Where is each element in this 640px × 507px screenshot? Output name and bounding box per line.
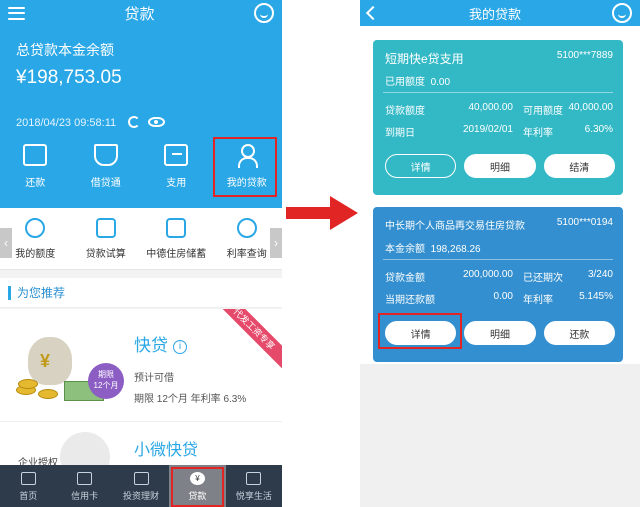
- calculator-icon: [95, 218, 116, 238]
- repay-button[interactable]: 还款: [0, 140, 71, 200]
- quick-label: 我的额度: [15, 249, 56, 260]
- screenshot: 贷款 总贷款本金余额 ¥198,753.05 2018/04/23 09:58:…: [0, 0, 640, 507]
- scroll-right-icon[interactable]: ›: [270, 228, 282, 258]
- money-bag-icon: ¥ 期限 12个月: [16, 329, 124, 409]
- quick-housing-savings[interactable]: 中德住房储蓄: [141, 208, 212, 269]
- page-title: 我的贷款: [468, 6, 521, 22]
- jiedaitong-button[interactable]: 借贷通: [71, 140, 142, 200]
- statement-button[interactable]: 明细: [464, 321, 536, 345]
- recommend-title: 为您推荐: [17, 286, 66, 300]
- product-title: 快贷 i: [134, 331, 187, 356]
- loan-account: 5100***7889: [556, 50, 613, 61]
- highlight-loan-tab: [171, 467, 224, 507]
- loan-actions: 详情 明细 结清: [385, 154, 615, 178]
- timestamp: 2018/04/23 09:58:11: [16, 117, 117, 129]
- search-icon: [236, 218, 257, 238]
- total-balance-amount: ¥198,753.05: [16, 67, 122, 88]
- repay-button[interactable]: 还款: [543, 321, 615, 345]
- tab-home[interactable]: 首页: [0, 465, 56, 507]
- loan-account: 5100***0194: [556, 217, 613, 228]
- highlight-my-loan: [213, 137, 277, 197]
- quick-label: 中德住房储蓄: [146, 249, 207, 260]
- house-icon: [166, 218, 187, 238]
- tab-investment[interactable]: 投资理财: [113, 465, 169, 507]
- product-term: 期限 12个月 年利率 6.3%: [134, 394, 247, 405]
- tab-life[interactable]: 悦享生活: [226, 465, 282, 507]
- repay-label: 还款: [25, 178, 46, 189]
- service-logo-icon[interactable]: [611, 3, 632, 23]
- repay-icon: [23, 144, 48, 166]
- quota-icon: [25, 218, 46, 238]
- used-quota: 已用额度 0.00: [385, 77, 451, 88]
- total-balance-label: 总贷款本金余额: [16, 42, 114, 58]
- refresh-icon[interactable]: [128, 116, 140, 128]
- product-title: 小微快贷: [134, 442, 199, 459]
- page-title: 贷款: [124, 5, 155, 23]
- section-bar: [8, 285, 11, 300]
- salary-ribbon: 代发工资专享: [205, 309, 282, 378]
- coffee-icon: [246, 472, 262, 485]
- eye-icon[interactable]: [148, 117, 165, 127]
- divider: [383, 259, 613, 260]
- quick-loan-calc[interactable]: 贷款试算: [71, 208, 142, 269]
- withdraw-icon: [164, 144, 189, 166]
- tab-credit-card[interactable]: 信用卡: [56, 465, 112, 507]
- withdraw-button[interactable]: 支用: [141, 140, 212, 200]
- product-subtitle: 预计可借: [134, 373, 174, 384]
- details-button[interactable]: 详情: [385, 154, 457, 178]
- my-loans-screen: 我的贷款 短期快e贷支用 5100***7889 已用额度 0.00 贷款额度 4…: [360, 0, 640, 507]
- quick-label: 利率查询: [226, 249, 267, 260]
- top-bar: 贷款: [0, 0, 282, 26]
- quick-services: 我的额度 贷款试算 中德住房储蓄 利率查询: [0, 208, 282, 270]
- highlight-details: [378, 313, 462, 349]
- chart-icon: [133, 472, 149, 485]
- product-xiaowei-card[interactable]: 小微快贷 企业授权: [0, 421, 282, 482]
- loan-card-short[interactable]: 短期快e贷支用 5100***7889 已用额度 0.00 贷款额度 40,000…: [373, 40, 623, 195]
- info-icon[interactable]: i: [173, 339, 187, 354]
- home-icon: [20, 472, 36, 485]
- bag-symbol: ¥: [40, 351, 51, 371]
- back-icon[interactable]: [365, 5, 381, 21]
- header-panel: 贷款 总贷款本金余额 ¥198,753.05 2018/04/23 09:58:…: [0, 0, 282, 208]
- top-bar: 我的贷款: [360, 0, 640, 26]
- statement-button[interactable]: 明细: [464, 154, 536, 178]
- settle-button[interactable]: 结清: [543, 154, 615, 178]
- service-logo-icon[interactable]: [253, 3, 274, 23]
- loan-home-screen: 贷款 总贷款本金余额 ¥198,753.05 2018/04/23 09:58:…: [0, 0, 282, 507]
- quick-label: 贷款试算: [85, 249, 126, 260]
- bottom-tab-bar: 首页 信用卡 投资理财 ¥ 贷款 悦享生活: [0, 465, 282, 507]
- loan-name: 短期快e贷支用: [385, 52, 464, 66]
- jiedaitong-label: 借贷通: [90, 178, 121, 189]
- scroll-left-icon[interactable]: ‹: [0, 228, 12, 258]
- menu-icon[interactable]: [8, 6, 25, 20]
- product-kuaidai-card[interactable]: ¥ 期限 12个月 快贷 i 预计可借 期限 12个月 年利率 6.3% 代发工资专…: [0, 309, 282, 421]
- card-icon: [77, 472, 93, 485]
- withdraw-label: 支用: [166, 178, 187, 189]
- principal-balance: 本金余额 198,268.26: [385, 244, 481, 255]
- loan-name: 中长期个人商品再交易住房贷款: [385, 221, 525, 232]
- hand-money-icon: [93, 144, 118, 166]
- right-arrow-icon: [286, 196, 358, 230]
- term-badge: 期限 12个月: [88, 363, 124, 399]
- recommend-header: 为您推荐: [0, 278, 282, 308]
- divider: [383, 92, 613, 93]
